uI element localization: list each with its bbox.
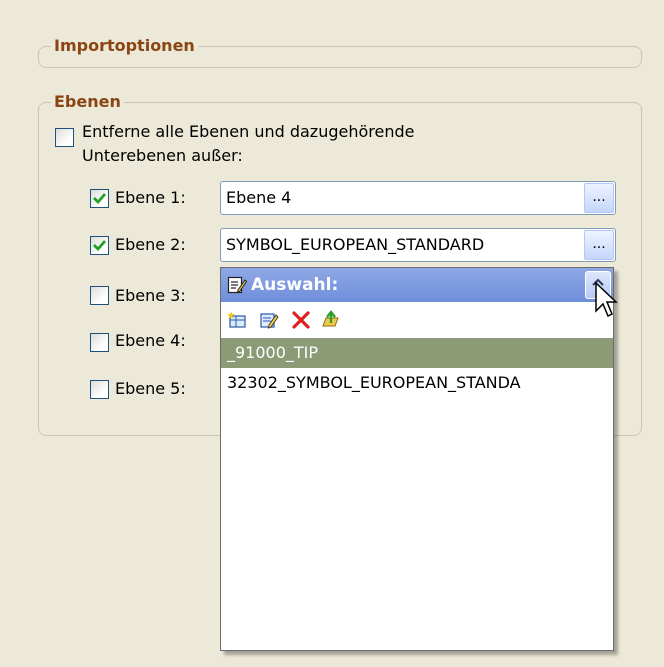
remove-all-layers-label: Entferne alle Ebenen und dazugehörende U… (82, 122, 415, 165)
checkmark-icon (93, 240, 107, 252)
checkmark-icon (93, 193, 107, 205)
layer-2-field[interactable]: SYMBOL_EUROPEAN_STANDARD ... (220, 228, 616, 262)
layer-5-label: Ebene 5: (115, 379, 186, 398)
new-entry-icon[interactable] (227, 310, 247, 330)
edit-note-icon (227, 276, 247, 294)
import-options-title: Importoptionen (51, 35, 198, 57)
remove-all-layers-checkbox[interactable] (55, 128, 74, 147)
layer-1-label: Ebene 1: (115, 188, 186, 207)
layers-group-title: Ebenen (51, 91, 124, 113)
layer-3-checkbox[interactable] (90, 286, 109, 305)
selection-popup-title: Auswahl: (251, 275, 339, 295)
layer-1-field[interactable]: Ebene 4 ... (220, 181, 616, 215)
selection-popup[interactable]: Auswahl: _91000_TIP 32302_SYMBOL_EUROPEA… (220, 267, 614, 651)
layer-4-label: Ebene 4: (115, 331, 186, 350)
layer-5-checkbox[interactable] (90, 380, 109, 399)
selection-popup-header: Auswahl: (221, 268, 613, 302)
layer-2-value: SYMBOL_EUROPEAN_STANDARD (226, 235, 485, 254)
list-item[interactable]: _91000_TIP (221, 338, 613, 368)
edit-entry-icon[interactable] (259, 310, 279, 330)
layer-2-label: Ebene 2: (115, 235, 186, 254)
layer-1-browse-button[interactable]: ... (584, 183, 614, 213)
mouse-cursor-icon (595, 281, 618, 318)
layer-2-checkbox[interactable] (90, 236, 109, 255)
list-item[interactable]: 32302_SYMBOL_EUROPEAN_STANDA (221, 368, 613, 398)
layer-3-label: Ebene 3: (115, 286, 186, 305)
layer-1-value: Ebene 4 (226, 188, 292, 207)
layer-4-checkbox[interactable] (90, 333, 109, 352)
import-icon[interactable] (321, 310, 341, 330)
delete-icon[interactable] (291, 310, 311, 330)
import-options-group: Importoptionen (38, 35, 642, 68)
layer-2-browse-button[interactable]: ... (584, 230, 614, 260)
layer-1-checkbox[interactable] (90, 189, 109, 208)
selection-popup-toolbar (221, 302, 613, 338)
